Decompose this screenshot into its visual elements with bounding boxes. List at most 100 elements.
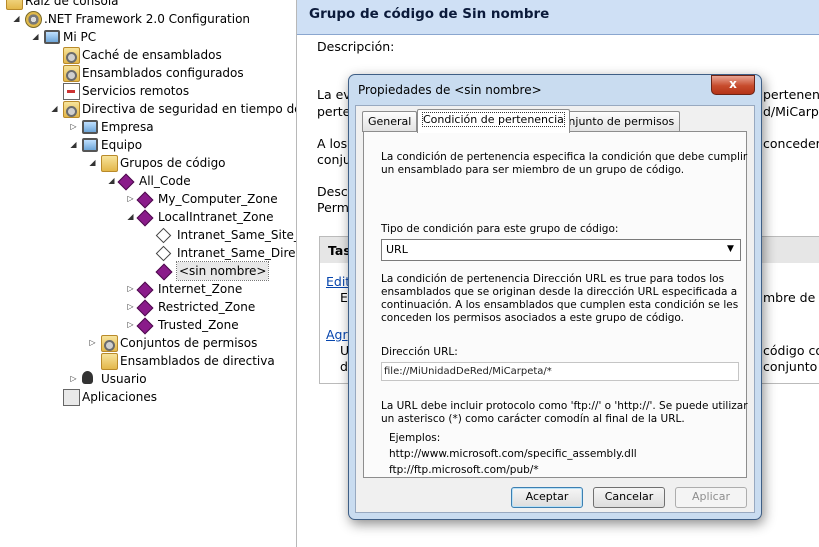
desc-text-line: Perm <box>317 200 349 215</box>
desc-text-line: La ev <box>317 87 351 102</box>
expand-icon[interactable]: ▷ <box>88 338 97 348</box>
ok-button[interactable]: Aceptar <box>511 487 583 508</box>
policy-folder-icon <box>63 101 80 118</box>
description-label: Descripción: <box>317 39 395 54</box>
tree-node[interactable]: Intranet_Same_Site_Ac <box>0 226 296 244</box>
url-desc-line: conceden los permisos asociados a este g… <box>381 312 684 324</box>
task-desc-line: d <box>340 359 348 374</box>
collapse-icon[interactable]: ◢ <box>126 212 135 222</box>
desc-text-line: conju <box>317 152 351 167</box>
tree-node[interactable]: Caché de ensamblados <box>0 46 296 64</box>
tree-node-label: Mi PC <box>63 30 97 44</box>
tree-node[interactable]: Ensamblados de directiva <box>0 352 296 370</box>
details-header: Grupo de código de Sin nombre <box>297 0 819 35</box>
condition-type-value: URL <box>386 243 408 256</box>
url-input[interactable] <box>381 362 739 381</box>
computer-icon <box>82 138 98 152</box>
tab-label: General <box>368 115 412 128</box>
tree-node[interactable]: ▷ Conjuntos de permisos <box>0 334 296 352</box>
tree-node-label: LocalIntranet_Zone <box>158 210 274 224</box>
example-url: http://www.microsoft.com/specific_assemb… <box>389 448 637 460</box>
tree-node[interactable]: Raíz de consola <box>0 0 296 10</box>
code-group-icon <box>155 263 173 281</box>
expand-icon[interactable]: ▷ <box>126 284 135 294</box>
add-child-code-group-link[interactable]: Agr <box>326 327 348 342</box>
dialog-title: Propiedades de <sin nombre> <box>358 83 542 97</box>
tree-node-label: Grupos de código <box>120 156 226 170</box>
tree-node-label: Caché de ensamblados <box>82 48 222 62</box>
tree-node-label: Intranet_Same_Site_Ac <box>177 228 296 242</box>
tab-panel: La condición de pertenencia especifica l… <box>363 131 748 478</box>
close-button[interactable]: x <box>711 75 755 95</box>
url-desc-line: ensamblados que se originan desde la dir… <box>381 286 738 298</box>
expand-icon[interactable]: ▷ <box>126 302 135 312</box>
tree-node-label: Internet_Zone <box>158 282 243 296</box>
gear-folder-icon <box>63 47 80 64</box>
tree-node[interactable]: Servicios remotos <box>0 82 296 100</box>
tree-node-label: Servicios remotos <box>82 84 190 98</box>
tree-node[interactable]: ◢ Mi PC <box>0 28 296 46</box>
condition-type-select[interactable]: URL ▼ <box>381 239 741 261</box>
close-icon: x <box>729 77 737 91</box>
services-icon <box>63 83 80 100</box>
tree-node[interactable]: Aplicaciones <box>0 388 296 406</box>
tree-node[interactable]: ◢ All_Code <box>0 172 296 191</box>
hint-line: La URL debe incluir protocolo como 'ftp:… <box>381 400 748 412</box>
intro-line: un ensamblado para ser miembro de un gru… <box>381 164 685 176</box>
desc-text-line: Desc <box>317 184 348 199</box>
tab-label: Conjunto de permisos <box>554 115 675 128</box>
tree-node[interactable]: ▷ Empresa <box>0 118 296 136</box>
tree-node[interactable]: ▷ Usuario <box>0 370 296 388</box>
folder-icon <box>6 0 23 10</box>
tree-node[interactable]: <sin nombre> <box>0 261 296 281</box>
collapse-icon[interactable]: ◢ <box>88 158 97 168</box>
tree-node[interactable]: ◢ Directiva de seguridad en tiempo de eje… <box>0 100 296 118</box>
examples-label: Ejemplos: <box>389 432 441 444</box>
details-title: Grupo de código de Sin nombre <box>309 6 550 22</box>
task-desc-line: mbre de c <box>763 290 819 305</box>
tree-node-label: Raíz de consola <box>25 0 119 8</box>
example-url: ftp://ftp.microsoft.com/pub/* <box>389 464 539 476</box>
tree-node-label: <sin nombre> <box>175 261 270 281</box>
collapse-icon[interactable]: ◢ <box>69 140 78 150</box>
tree-node-label: .NET Framework 2.0 Configuration <box>44 12 251 26</box>
tree-node[interactable]: ◢ .NET Framework 2.0 Configuration <box>0 10 296 28</box>
white-diamond-icon <box>155 227 172 244</box>
url-desc-line: continuación. A los ensamblados que cump… <box>381 299 739 311</box>
expand-icon[interactable]: ▷ <box>69 122 78 132</box>
tab-membership-condition[interactable]: Condición de pertenencia <box>417 109 570 133</box>
expand-icon[interactable]: ▷ <box>69 374 78 384</box>
tree-node[interactable]: ◢ LocalIntranet_Zone <box>0 208 296 227</box>
collapse-icon[interactable]: ◢ <box>31 32 40 42</box>
cancel-button[interactable]: Cancelar <box>593 487 665 508</box>
collapse-icon[interactable]: ◢ <box>107 176 116 186</box>
expand-icon[interactable]: ▷ <box>126 320 135 330</box>
tree-node[interactable]: Intranet_Same_Directo <box>0 244 296 262</box>
edit-code-group-link[interactable]: Edit <box>326 274 350 289</box>
collapse-icon[interactable]: ◢ <box>12 14 21 24</box>
tree-node[interactable]: ▷ Internet_Zone <box>0 280 296 299</box>
expand-icon[interactable]: ▷ <box>126 194 135 204</box>
tree-node-label: Usuario <box>101 372 147 386</box>
tree-node[interactable]: ▷ Restricted_Zone <box>0 298 296 317</box>
gear-folder-icon <box>63 65 80 82</box>
tab-label: Condición de pertenencia <box>422 112 565 127</box>
tab-general[interactable]: General <box>362 111 418 132</box>
tree-node[interactable]: ▷ Trusted_Zone <box>0 316 296 335</box>
apply-button[interactable]: Aplicar <box>675 487 747 508</box>
tree-node-label: Directiva de seguridad en tiempo de ejec <box>82 102 296 116</box>
folder-icon <box>101 353 118 370</box>
collapse-icon[interactable]: ◢ <box>50 104 59 114</box>
tree-node[interactable]: ▷ My_Computer_Zone <box>0 190 296 209</box>
chevron-down-icon: ▼ <box>727 244 734 254</box>
condition-type-label: Tipo de condición para este grupo de cód… <box>381 223 619 235</box>
desc-text-line: conceder <box>763 136 819 151</box>
user-icon <box>82 371 93 384</box>
computer-icon <box>44 30 60 44</box>
tree-node-label: Ensamblados de directiva <box>120 354 275 368</box>
code-group-icon <box>136 299 154 317</box>
code-group-icon <box>136 281 154 299</box>
tree-node[interactable]: ◢ Grupos de código <box>0 154 296 172</box>
tree-node[interactable]: Ensamblados configurados <box>0 64 296 82</box>
tree-node[interactable]: ◢ Equipo <box>0 136 296 154</box>
